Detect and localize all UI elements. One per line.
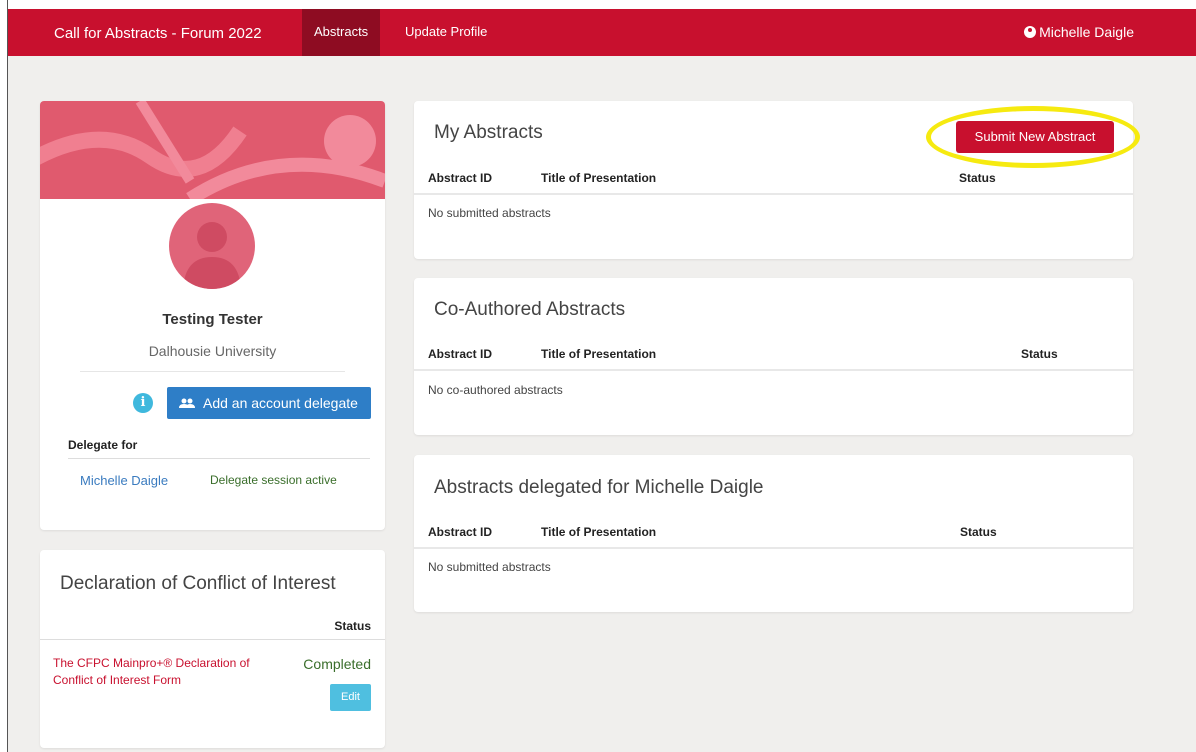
profile-name: Testing Tester [162, 311, 263, 328]
conflict-title: Declaration of Conflict of Interest [60, 573, 336, 594]
user-circle-icon [1024, 26, 1037, 38]
table-header-divider [414, 193, 1133, 195]
coauthored-title: Co-Authored Abstracts [434, 299, 626, 320]
divider [68, 458, 370, 459]
avatar [169, 203, 255, 289]
column-title: Title of Presentation [541, 171, 657, 185]
column-status: Status [960, 525, 997, 539]
coauthored-abstracts-card: Co-Authored Abstracts Abstract ID Title … [414, 278, 1133, 435]
my-abstracts-title: My Abstracts [434, 122, 543, 143]
column-title: Title of Presentation [541, 347, 657, 361]
delegate-status: Delegate session active [210, 473, 337, 487]
add-delegate-label: Add an account delegate [203, 395, 358, 411]
conflict-form-link[interactable]: The CFPC Mainpro+® Declaration of Confli… [53, 655, 268, 689]
empty-message: No submitted abstracts [428, 206, 551, 220]
table-header-divider [414, 547, 1133, 549]
left-border [0, 0, 8, 752]
delegated-abstracts-card: Abstracts delegated for Michelle Daigle … [414, 455, 1133, 612]
divider [80, 371, 345, 372]
people-icon [179, 398, 195, 408]
column-abstract-id: Abstract ID [428, 525, 493, 539]
column-abstract-id: Abstract ID [428, 171, 493, 185]
profile-organization: Dalhousie University [148, 343, 277, 359]
profile-card: Testing Tester Dalhousie University i Ad… [40, 101, 385, 530]
top-navbar: Call for Abstracts - Forum 2022 Abstract… [8, 9, 1196, 56]
column-title: Title of Presentation [541, 525, 657, 539]
table-header-divider [414, 369, 1133, 371]
nav-brand[interactable]: Call for Abstracts - Forum 2022 [54, 9, 262, 56]
tab-abstracts[interactable]: Abstracts [302, 9, 381, 56]
column-status: Status [1021, 347, 1058, 361]
column-status: Status [959, 171, 996, 185]
top-border [0, 0, 1196, 9]
edit-button[interactable]: Edit [330, 684, 371, 711]
empty-message: No co-authored abstracts [428, 383, 563, 397]
delegated-title: Abstracts delegated for Michelle Daigle [434, 477, 764, 498]
profile-banner [40, 101, 385, 199]
conflict-form-status: Completed [303, 656, 371, 672]
user-name: Michelle Daigle [1039, 24, 1134, 40]
conflict-status-header: Status [334, 619, 371, 633]
my-abstracts-card: My Abstracts Submit New Abstract Abstrac… [414, 101, 1133, 259]
column-abstract-id: Abstract ID [428, 347, 493, 361]
info-icon[interactable]: i [133, 393, 153, 413]
user-menu[interactable]: Michelle Daigle [1024, 9, 1134, 56]
empty-message: No submitted abstracts [428, 560, 551, 574]
submit-new-abstract-button[interactable]: Submit New Abstract [956, 121, 1114, 153]
tab-update-profile[interactable]: Update Profile [393, 9, 499, 56]
divider [40, 639, 385, 640]
delegate-name-link[interactable]: Michelle Daigle [80, 473, 168, 488]
banner-pattern [40, 101, 385, 199]
conflict-card: Declaration of Conflict of Interest Stat… [40, 550, 385, 748]
add-delegate-button[interactable]: Add an account delegate [167, 387, 371, 419]
delegate-for-label: Delegate for [68, 438, 138, 452]
avatar-silhouette-icon [183, 222, 241, 289]
